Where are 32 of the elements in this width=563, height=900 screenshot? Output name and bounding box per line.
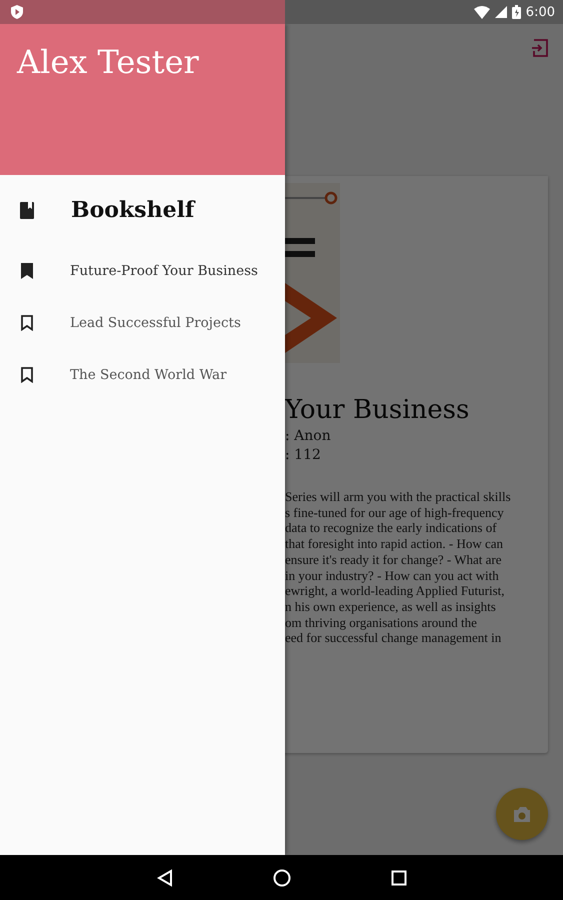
bookmark-icon: [19, 263, 35, 279]
signal-icon: [494, 6, 507, 18]
book-item[interactable]: Future-Proof Your Business: [0, 245, 285, 297]
description-line: ensure it's ready it for change? - What are: [285, 552, 502, 568]
book-meta: : Anon: [285, 427, 332, 446]
back-icon[interactable]: [156, 868, 172, 886]
bookmark-outline-icon: [19, 367, 35, 383]
shield-icon: [11, 5, 23, 19]
wifi-icon: [474, 6, 490, 18]
book-title: Your Business: [285, 394, 470, 427]
book-icon: [19, 202, 35, 218]
user-name: Alex Tester: [17, 42, 200, 82]
description-line: s fine-tuned for our age of high-frequency: [285, 504, 505, 520]
description-line: ewright, a world-leading Applied Futurist,: [285, 583, 506, 599]
description-line: eed for successful change management in: [285, 630, 502, 646]
book-item[interactable]: Lead Successful Projects: [0, 297, 285, 349]
description-line: Series will arm you with the practical skills: [285, 489, 512, 505]
bookshelf-item[interactable]: Bookshelf: [0, 175, 285, 245]
logout-icon[interactable]: [531, 39, 549, 57]
battery-icon: [512, 5, 521, 19]
book-meta: : 112: [285, 446, 322, 465]
status-time: 6:00: [526, 4, 555, 20]
home-icon[interactable]: [272, 868, 290, 886]
description-line: data to recognize the early indications of: [285, 520, 498, 536]
description-line: om thriving organisations around the: [285, 614, 478, 630]
camera-icon: [512, 805, 532, 823]
description-line: in your industry? - How can you act with: [285, 568, 500, 584]
bookmark-outline-icon: [19, 315, 35, 331]
recents-icon[interactable]: [390, 870, 406, 886]
description-line: n his own experience, as well as insights: [285, 598, 497, 615]
description-line: that foresight into rapid action. - How can: [285, 536, 504, 552]
book-item[interactable]: The Second World War: [0, 349, 285, 401]
